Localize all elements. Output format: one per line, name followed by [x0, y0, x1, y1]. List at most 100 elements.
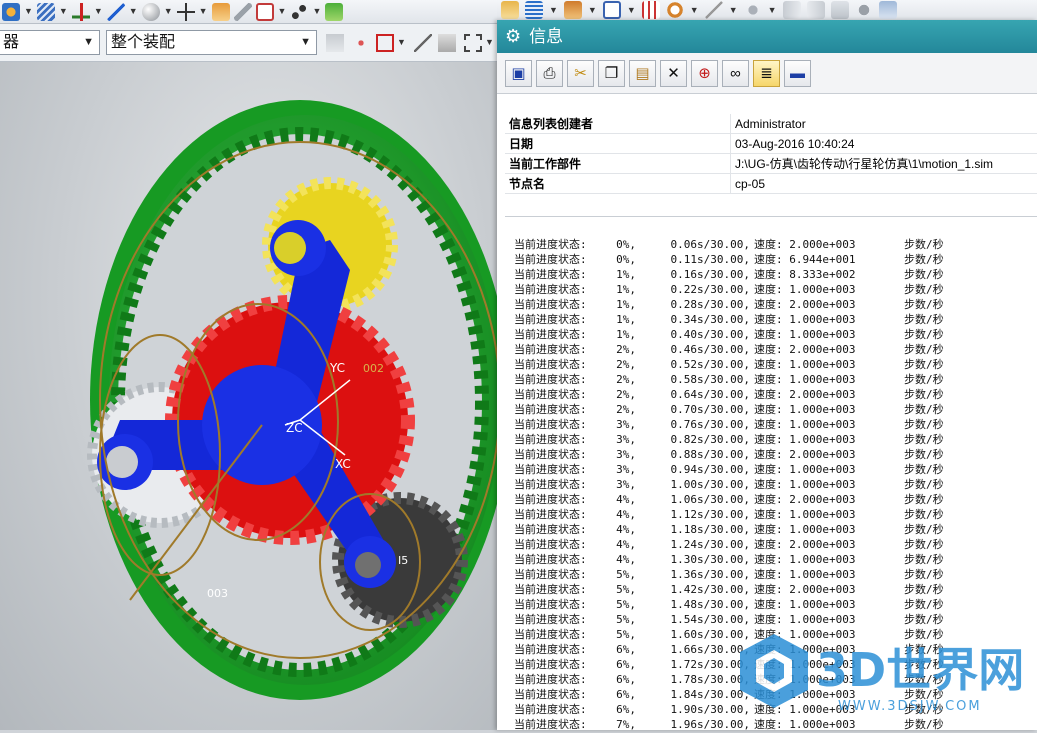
info-window[interactable]: ⚙ 信息 ▣ ⎙ ✂ ❐ ▤ ✕ ⊕ ∞ ≣ ▬ 信息列表创建者Administ…	[497, 20, 1037, 730]
spring-icon[interactable]	[37, 3, 55, 21]
box-snap-icon[interactable]	[376, 34, 394, 52]
type-filter-combo[interactable]: 器 ▼	[0, 30, 100, 55]
progress-unit: 步数/秒	[904, 417, 964, 432]
intersection-icon[interactable]	[438, 34, 456, 52]
progress-row: 当前进度状态:5%,1.54s/30.00,速度: 1.000e+003步数/秒	[514, 612, 964, 627]
progress-unit: 步数/秒	[904, 402, 964, 417]
progress-pct: 4%,	[596, 507, 636, 522]
arrow-right-icon[interactable]	[807, 1, 825, 19]
progress-pct: 5%,	[596, 597, 636, 612]
progress-speed: 速度: 1.000e+003	[750, 552, 904, 567]
snap-point-icon[interactable]	[326, 34, 344, 52]
progress-time: 0.94s/30.00,	[636, 462, 750, 477]
window-icon[interactable]	[256, 3, 274, 21]
chevron-down-icon[interactable]: ▼	[129, 7, 138, 16]
chevron-down-icon[interactable]: ▼	[94, 7, 103, 16]
progress-label: 当前进度状态:	[514, 537, 596, 552]
pin-icon[interactable]	[744, 1, 762, 19]
chevron-down-icon[interactable]: ▼	[83, 31, 94, 54]
progress-pct: 6%,	[596, 672, 636, 687]
measure-icon[interactable]	[564, 1, 582, 19]
wrap-text-icon[interactable]: ≣	[753, 60, 780, 87]
arrow-left-icon[interactable]	[783, 1, 801, 19]
axis-icon[interactable]	[72, 3, 90, 21]
graphics-viewport[interactable]: YC XC ZC 002 I5 003	[0, 62, 497, 730]
chevron-down-icon[interactable]: ▼	[397, 38, 406, 47]
binoculars-icon[interactable]: ∞	[722, 60, 749, 87]
progress-row: 当前进度状态:2%,0.58s/30.00,速度: 1.000e+003步数/秒	[514, 372, 964, 387]
progress-speed: 速度: 1.000e+003	[750, 567, 904, 582]
chevron-down-icon[interactable]: ▼	[690, 6, 699, 15]
chevron-down-icon[interactable]: ▼	[199, 7, 208, 16]
progress-label: 当前进度状态:	[514, 642, 596, 657]
meta-value: 03-Aug-2016 10:40:24	[731, 134, 1037, 154]
chevron-down-icon[interactable]: ▼	[164, 7, 173, 16]
chevron-down-icon[interactable]: ▼	[768, 6, 777, 15]
chevron-down-icon[interactable]: ▼	[627, 6, 636, 15]
curve-snap-icon[interactable]	[414, 34, 432, 52]
rect-select-icon[interactable]	[464, 34, 482, 52]
endpoint-icon[interactable]	[352, 34, 370, 52]
progress-speed: 速度: 1.000e+003	[750, 477, 904, 492]
sphere-icon[interactable]	[142, 3, 160, 21]
document-icon[interactable]	[501, 1, 519, 19]
progress-pct: 3%,	[596, 417, 636, 432]
assembly-filter-combo[interactable]: 整个装配 ▼	[106, 30, 317, 55]
refresh-icon[interactable]	[666, 1, 684, 19]
chart-icon[interactable]	[831, 1, 849, 19]
progress-time: 1.96s/30.00,	[636, 717, 750, 731]
cut-icon[interactable]	[212, 3, 230, 21]
gear-icon[interactable]	[855, 1, 873, 19]
print-icon[interactable]: ⎙	[536, 60, 563, 87]
progress-label: 当前进度状态:	[514, 672, 596, 687]
progress-label: 当前进度状态:	[514, 597, 596, 612]
vector-icon[interactable]	[107, 3, 125, 21]
frame-icon[interactable]	[603, 1, 621, 19]
progress-time: 1.12s/30.00,	[636, 507, 750, 522]
progress-label: 当前进度状态:	[514, 582, 596, 597]
chevron-down-icon[interactable]: ▼	[300, 31, 311, 54]
progress-speed: 速度: 2.000e+003	[750, 447, 904, 462]
chevron-down-icon[interactable]: ▼	[549, 6, 558, 15]
progress-time: 1.42s/30.00,	[636, 582, 750, 597]
minimize-icon[interactable]: ▬	[784, 60, 811, 87]
clear-icon[interactable]: ✕	[660, 60, 687, 87]
progress-time: 0.82s/30.00,	[636, 432, 750, 447]
grid-icon[interactable]	[642, 1, 660, 19]
meta-key: 当前工作部件	[505, 154, 731, 174]
point-icon[interactable]	[177, 3, 195, 21]
progress-time: 1.36s/30.00,	[636, 567, 750, 582]
chevron-down-icon[interactable]: ▼	[24, 7, 33, 16]
table-row: 日期03-Aug-2016 10:40:24	[505, 134, 1037, 154]
copy-icon[interactable]: ❐	[598, 60, 625, 87]
paste-icon[interactable]: ▤	[629, 60, 656, 87]
chevron-down-icon[interactable]: ▼	[588, 6, 597, 15]
pen-icon[interactable]	[234, 3, 252, 21]
progress-pct: 1%,	[596, 297, 636, 312]
chevron-down-icon[interactable]: ▼	[729, 6, 738, 15]
progress-time: 1.24s/30.00,	[636, 537, 750, 552]
progress-row: 当前进度状态:1%,0.22s/30.00,速度: 1.000e+003步数/秒	[514, 282, 964, 297]
progress-time: 1.72s/30.00,	[636, 657, 750, 672]
gear-settings-icon[interactable]	[2, 3, 20, 21]
progress-row: 当前进度状态:3%,0.82s/30.00,速度: 1.000e+003步数/秒	[514, 432, 964, 447]
cut-icon[interactable]: ✂	[567, 60, 594, 87]
progress-unit: 步数/秒	[904, 477, 964, 492]
info-icon[interactable]	[879, 1, 897, 19]
info-window-titlebar[interactable]: ⚙ 信息	[497, 20, 1037, 53]
chevron-down-icon[interactable]: ▼	[312, 7, 321, 16]
list-icon[interactable]	[525, 1, 543, 19]
check-icon[interactable]	[325, 3, 343, 21]
save-icon[interactable]: ▣	[505, 60, 532, 87]
progress-row: 当前进度状态:2%,0.64s/30.00,速度: 2.000e+003步数/秒	[514, 387, 964, 402]
marker-bottom-label: 003	[207, 587, 228, 600]
progress-row: 当前进度状态:4%,1.24s/30.00,速度: 2.000e+003步数/秒	[514, 537, 964, 552]
progress-pct: 4%,	[596, 522, 636, 537]
progress-speed: 速度: 1.000e+003	[750, 417, 904, 432]
chevron-down-icon[interactable]: ▼	[278, 7, 287, 16]
chevron-down-icon[interactable]: ▼	[485, 38, 494, 47]
link-icon[interactable]	[290, 3, 308, 21]
curve-icon[interactable]	[705, 1, 723, 19]
find-icon[interactable]: ⊕	[691, 60, 718, 87]
chevron-down-icon[interactable]: ▼	[59, 7, 68, 16]
